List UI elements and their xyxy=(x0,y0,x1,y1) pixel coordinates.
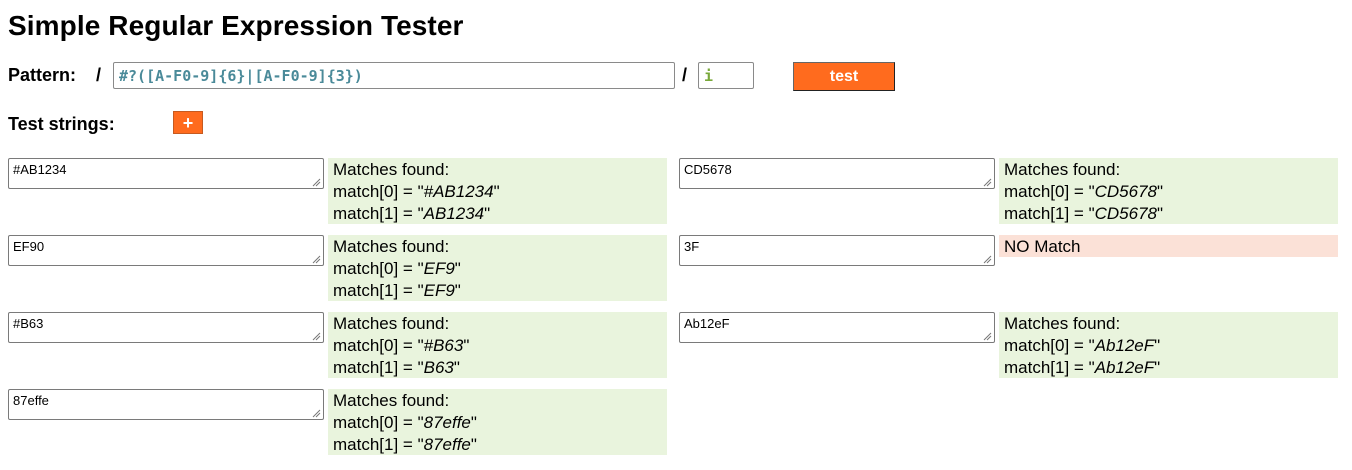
match-value: EF9 xyxy=(423,281,455,300)
result-header: Matches found: xyxy=(333,160,450,179)
test-string-input[interactable]: #AB1234 xyxy=(8,158,324,189)
resize-grip-icon[interactable] xyxy=(983,178,992,187)
match-line-0: match[0] = "EF9" xyxy=(333,259,461,278)
resize-grip-icon[interactable] xyxy=(312,178,321,187)
result-header: Matches found: xyxy=(333,314,450,333)
test-string-input[interactable]: Ab12eF xyxy=(679,312,995,343)
resize-grip-icon[interactable] xyxy=(983,255,992,264)
resize-grip-icon[interactable] xyxy=(983,332,992,341)
test-string-input[interactable]: EF90 xyxy=(8,235,324,266)
flags-input[interactable] xyxy=(698,62,754,89)
match-line-0: match[0] = "CD5678" xyxy=(1004,182,1164,201)
match-line-1: match[1] = "EF9" xyxy=(333,281,461,300)
match-value: AB1234 xyxy=(423,204,485,223)
test-strings-label: Test strings: xyxy=(8,114,115,134)
match-result: Matches found: match[0] = "87effe" match… xyxy=(328,389,667,455)
match-value: 87effe xyxy=(423,435,471,454)
match-result: Matches found: match[0] = "EF9" match[1]… xyxy=(328,235,667,301)
match-line-1: match[1] = "AB1234" xyxy=(333,204,491,223)
match-value: CD5678 xyxy=(1094,204,1157,223)
no-match-result: NO Match xyxy=(999,235,1338,257)
match-line-0: match[0] = "Ab12eF" xyxy=(1004,336,1161,355)
result-header: Matches found: xyxy=(1004,314,1121,333)
pattern-input[interactable] xyxy=(113,62,675,89)
pattern-open-slash: / xyxy=(96,65,102,85)
result-header: NO Match xyxy=(1004,237,1081,256)
result-header: Matches found: xyxy=(333,237,450,256)
page-title: Simple Regular Expression Tester xyxy=(8,10,464,41)
match-value: Ab12eF xyxy=(1094,358,1155,377)
test-string-input[interactable]: CD5678 xyxy=(679,158,995,189)
resize-grip-icon[interactable] xyxy=(312,332,321,341)
match-value: 87effe xyxy=(423,413,471,432)
pattern-close-slash: / xyxy=(682,65,688,85)
pattern-label: Pattern: xyxy=(8,65,77,85)
test-button[interactable]: test xyxy=(793,62,895,91)
match-value: #B63 xyxy=(423,336,464,355)
match-line-1: match[1] = "CD5678" xyxy=(1004,204,1164,223)
match-line-1: match[1] = "87effe" xyxy=(333,435,477,454)
match-value: EF9 xyxy=(423,259,455,278)
match-result: Matches found: match[0] = "#B63" match[1… xyxy=(328,312,667,378)
result-header: Matches found: xyxy=(333,391,450,410)
match-value: Ab12eF xyxy=(1094,336,1155,355)
resize-grip-icon[interactable] xyxy=(312,255,321,264)
match-line-1: match[1] = "B63" xyxy=(333,358,460,377)
result-header: Matches found: xyxy=(1004,160,1121,179)
match-line-0: match[0] = "87effe" xyxy=(333,413,477,432)
match-result: Matches found: match[0] = "CD5678" match… xyxy=(999,158,1338,224)
match-result: Matches found: match[0] = "Ab12eF" match… xyxy=(999,312,1338,378)
test-string-input[interactable]: #B63 xyxy=(8,312,324,343)
match-line-0: match[0] = "#B63" xyxy=(333,336,470,355)
test-string-input[interactable]: 87effe xyxy=(8,389,324,420)
match-value: #AB1234 xyxy=(423,182,494,201)
match-result: Matches found: match[0] = "#AB1234" matc… xyxy=(328,158,667,224)
resize-grip-icon[interactable] xyxy=(312,409,321,418)
match-value: B63 xyxy=(423,358,454,377)
test-string-input[interactable]: 3F xyxy=(679,235,995,266)
match-value: CD5678 xyxy=(1094,182,1157,201)
match-line-1: match[1] = "Ab12eF" xyxy=(1004,358,1161,377)
add-test-string-button[interactable]: + xyxy=(173,111,203,134)
match-line-0: match[0] = "#AB1234" xyxy=(333,182,500,201)
